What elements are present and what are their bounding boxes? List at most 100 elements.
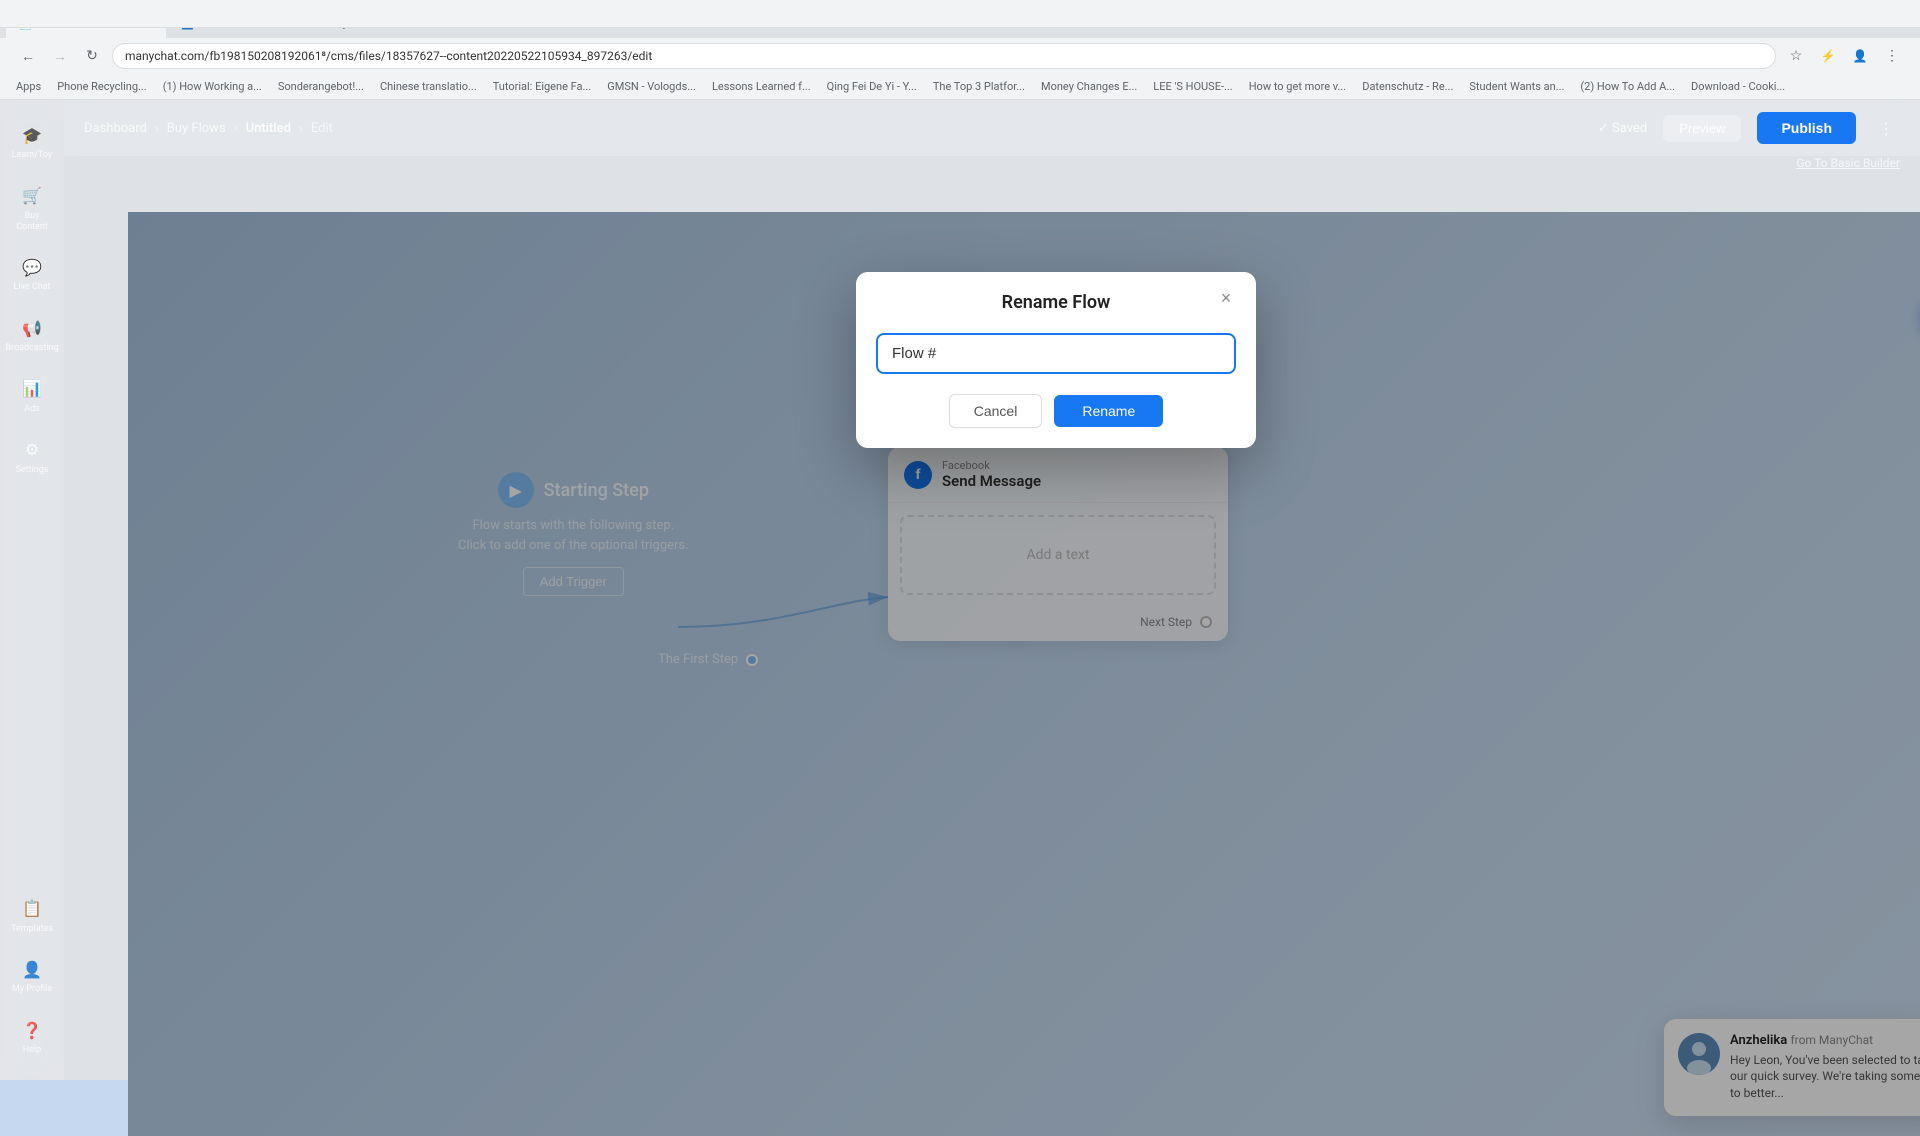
publish-button[interactable]: Publish — [1757, 112, 1856, 144]
breadcrumb-sep-1: › — [155, 121, 159, 136]
bookmark-apps[interactable]: Apps — [10, 78, 47, 95]
sidebar-item-ads[interactable]: 📊 Ads — [4, 370, 60, 423]
address-bar[interactable]: manychat.com/fb198150208192061⁸/cms/file… — [112, 43, 1776, 69]
bookmark-4[interactable]: Chinese translatio... — [374, 78, 483, 95]
go-basic-builder-link[interactable]: Go To Basic Builder — [1796, 156, 1900, 170]
modal-close-button[interactable]: × — [1212, 285, 1240, 313]
sidebar-label-my-profile: My Profile — [12, 984, 52, 995]
sidebar-label-ads: Ads — [24, 404, 40, 415]
bookmark-3[interactable]: Sonderangebot!... — [272, 78, 370, 95]
sidebar-label-help: Help — [23, 1045, 41, 1056]
saved-text: ✓ Saved — [1598, 121, 1647, 136]
extensions-button[interactable]: ⚡ — [1816, 44, 1840, 68]
bookmark-3-label: Sonderangebot!... — [278, 80, 364, 93]
sidebar-item-my-profile[interactable]: 👤 My Profile — [4, 950, 60, 1003]
more-icon: ⋮ — [1878, 119, 1894, 138]
sidebar-item-live-chat[interactable]: 💬 Live Chat — [4, 248, 60, 301]
breadcrumb-name[interactable]: Untitled — [246, 121, 291, 136]
sidebar-item-learn-toy[interactable]: 🎓 Learn/Toy — [4, 116, 60, 169]
bookmark-15[interactable]: (2) How To Add A... — [1574, 78, 1681, 95]
bookmark-7-label: Lessons Learned f... — [712, 80, 811, 93]
back-button[interactable]: ← — [16, 44, 40, 68]
app-header: Dashboard › Buy Flows › Untitled › Edit … — [64, 100, 1920, 156]
preview-button[interactable]: Preview — [1663, 115, 1741, 142]
refresh-button[interactable]: ↻ — [80, 44, 104, 68]
bookmark-6[interactable]: GMSN - Vologds... — [601, 78, 702, 95]
bookmark-9-label: The Top 3 Platfor... — [933, 80, 1025, 93]
rename-button[interactable]: Rename — [1054, 395, 1163, 427]
preview-label: Preview — [1679, 121, 1725, 136]
cancel-label: Cancel — [974, 403, 1018, 419]
bookmark-button[interactable]: ☆ — [1784, 44, 1808, 68]
bookmark-10-label: Money Changes E... — [1041, 80, 1137, 93]
rename-flow-modal: Rename Flow × Cancel — [856, 272, 1256, 448]
broadcasting-icon: 📢 — [21, 317, 43, 339]
modal-footer: Cancel Rename — [856, 394, 1256, 448]
live-chat-icon: 💬 — [21, 256, 43, 278]
breadcrumb-flows[interactable]: Buy Flows — [167, 121, 226, 136]
bookmark-16[interactable]: Download - Cooki... — [1685, 78, 1791, 95]
modal-body — [856, 325, 1256, 394]
bookmark-16-label: Download - Cooki... — [1691, 80, 1785, 93]
bookmark-9[interactable]: The Top 3 Platfor... — [927, 78, 1031, 95]
sidebar-item-broadcasting[interactable]: 📢 Broadcasting — [4, 309, 60, 362]
sidebar-item-settings[interactable]: ⚙ Settings — [4, 431, 60, 484]
sidebar-label-live-chat: Live Chat — [14, 282, 51, 293]
sidebar-label-learn-toy: Learn/Toy — [12, 150, 53, 161]
bookmark-10[interactable]: Money Changes E... — [1035, 78, 1143, 95]
bookmark-7[interactable]: Lessons Learned f... — [706, 78, 817, 95]
learn-toy-icon: 🎓 — [21, 124, 43, 146]
profile-button[interactable]: 👤 — [1848, 44, 1872, 68]
settings-icon: ⚙ — [21, 439, 43, 461]
sidebar-label-buy-content: Buy Content — [8, 211, 56, 233]
buy-content-icon: 🛒 — [21, 185, 43, 207]
breadcrumb-home[interactable]: Dashboard — [84, 121, 147, 136]
bookmark-6-label: GMSN - Vologds... — [607, 80, 696, 93]
sidebar-item-help[interactable]: ❓ Help — [4, 1011, 60, 1064]
sidebar-label-broadcasting: Broadcasting — [5, 343, 58, 354]
bookmark-15-label: (2) How To Add A... — [1580, 80, 1675, 93]
go-basic-builder-label: Go To Basic Builder — [1796, 156, 1900, 170]
flow-name-input[interactable] — [876, 333, 1236, 374]
bookmark-8[interactable]: Qing Fei De Yi - Y... — [821, 78, 923, 95]
breadcrumb: Dashboard › Buy Flows › Untitled › Edit — [84, 121, 333, 136]
bookmark-1[interactable]: Phone Recycling... — [51, 78, 152, 95]
breadcrumb-edit[interactable]: Edit — [311, 121, 333, 136]
bookmark-13-label: Datenschutz - Re... — [1362, 80, 1453, 93]
my-profile-icon: 👤 — [21, 958, 43, 980]
ads-icon: 📊 — [21, 378, 43, 400]
bookmark-11[interactable]: LEE 'S HOUSE-... — [1147, 78, 1238, 95]
help-icon: ❓ — [21, 1019, 43, 1041]
bookmark-14-label: Student Wants an... — [1469, 80, 1564, 93]
bookmark-4-label: Chinese translatio... — [380, 80, 477, 93]
modal-header: Rename Flow × — [856, 272, 1256, 325]
templates-icon: 📋 — [21, 898, 43, 920]
modal-overlay: Rename Flow × Cancel — [128, 212, 1920, 1136]
sidebar: 🎓 Learn/Toy 🛒 Buy Content 💬 Live Chat 📢 … — [0, 100, 64, 1080]
bookmark-13[interactable]: Datenschutz - Re... — [1356, 78, 1459, 95]
more-options-button[interactable]: ⋮ — [1872, 114, 1900, 142]
bookmark-apps-label: Apps — [16, 80, 41, 93]
saved-badge: ✓ Saved — [1598, 121, 1647, 136]
breadcrumb-sep-3: › — [299, 121, 303, 136]
breadcrumb-sep-2: › — [234, 121, 238, 136]
close-icon: × — [1221, 288, 1232, 309]
url-text: manychat.com/fb198150208192061⁸/cms/file… — [125, 49, 652, 63]
bookmark-12-label: How to get more v... — [1249, 80, 1347, 93]
bookmark-5[interactable]: Tutorial: Eigene Fa... — [487, 78, 598, 95]
cancel-button[interactable]: Cancel — [949, 394, 1043, 428]
flow-canvas[interactable]: ▶ Starting Step Flow starts with the fol… — [128, 212, 1920, 1136]
bookmark-2[interactable]: (1) How Working a... — [157, 78, 268, 95]
modal-title: Rename Flow — [1002, 292, 1111, 313]
sidebar-item-buy-content[interactable]: 🛒 Buy Content — [4, 177, 60, 241]
sidebar-item-templates[interactable]: 📋 Templates — [4, 890, 60, 943]
forward-button[interactable]: → — [48, 44, 72, 68]
bookmark-14[interactable]: Student Wants an... — [1463, 78, 1570, 95]
sidebar-label-settings: Settings — [16, 465, 49, 476]
bookmark-1-label: Phone Recycling... — [57, 80, 146, 93]
rename-label: Rename — [1082, 403, 1135, 419]
bookmark-2-label: (1) How Working a... — [163, 80, 262, 93]
bookmark-8-label: Qing Fei De Yi - Y... — [827, 80, 917, 93]
menu-button[interactable]: ⋮ — [1880, 44, 1904, 68]
bookmark-12[interactable]: How to get more v... — [1243, 78, 1353, 95]
